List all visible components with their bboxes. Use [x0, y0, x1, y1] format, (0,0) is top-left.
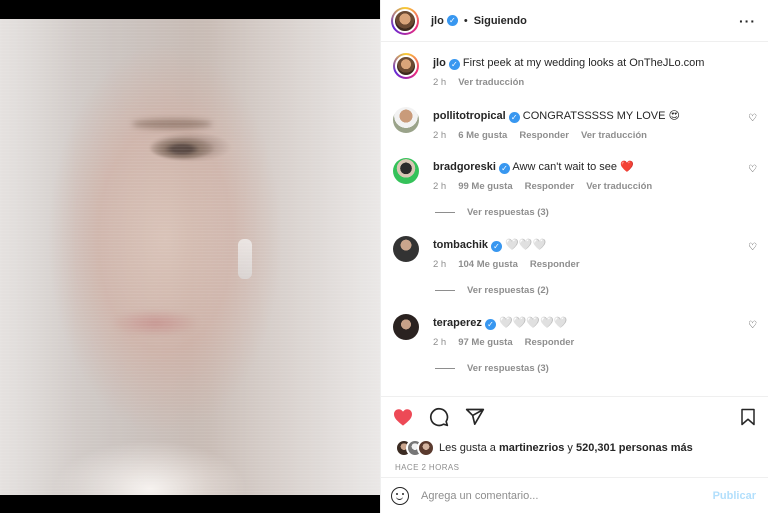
comment-time[interactable]: 2 h	[433, 336, 446, 350]
comment-meta: 2 h 97 Me gusta Responder	[433, 336, 760, 350]
verified-icon: ✓	[491, 241, 503, 252]
view-replies-button[interactable]: Ver respuestas (2)	[435, 285, 549, 296]
comment-meta: 2 h 99 Me gusta Responder Ver traducción	[433, 180, 760, 194]
translate-link[interactable]: Ver traducción	[586, 180, 652, 194]
verified-icon: ✓	[448, 59, 460, 70]
avatar-image	[393, 8, 417, 33]
post-side-panel: jlo ✓ • Siguiendo ··· jlo ✓ First peek at…	[380, 0, 768, 513]
more-icon[interactable]: ···	[739, 14, 756, 28]
replies-label: Ver respuestas (2)	[467, 285, 549, 296]
comment: teraperez ✓ 🤍🤍🤍🤍🤍 2 h 97 Me gusta Respond…	[391, 314, 760, 350]
commenter-avatar[interactable]	[393, 236, 419, 262]
comment-like-icon[interactable]: ♡	[748, 242, 758, 253]
post-image	[0, 19, 380, 495]
comment-meta: 2 h 104 Me gusta Responder	[433, 258, 760, 272]
author-username[interactable]: jlo	[431, 15, 444, 27]
comment-likes[interactable]: 6 Me gusta	[458, 129, 507, 143]
replies-label: Ver respuestas (3)	[467, 207, 549, 218]
comment-likes[interactable]: 99 Me gusta	[458, 180, 512, 194]
emoji-smile	[396, 496, 403, 500]
translate-link[interactable]: Ver traducción	[581, 129, 647, 143]
comments-list[interactable]: jlo ✓ First peek at my wedding looks at O…	[381, 43, 768, 395]
commenter-avatar[interactable]	[393, 107, 419, 133]
verified-icon: ✓	[484, 319, 496, 330]
comment-time[interactable]: 2 h	[433, 258, 446, 272]
replies-line	[435, 368, 455, 369]
replies-label: Ver respuestas (3)	[467, 363, 549, 374]
comment-time[interactable]: 2 h	[433, 180, 446, 194]
liker-avatar	[417, 439, 435, 457]
comment-username[interactable]: tombachik	[433, 239, 488, 251]
comment-text: 🤍🤍🤍🤍🤍	[498, 317, 568, 329]
caption: jlo ✓ First peek at my wedding looks at O…	[391, 53, 760, 90]
comment-text: 🤍🤍🤍	[505, 239, 547, 251]
reply-link[interactable]: Responder	[519, 129, 569, 143]
likes-count[interactable]: 520,301 personas más	[576, 442, 693, 454]
comment-icon[interactable]	[429, 407, 449, 427]
following-button[interactable]: Siguiendo	[474, 15, 527, 27]
comment-text: Aww can't wait to see ❤️	[512, 161, 634, 173]
comment-like-icon[interactable]: ♡	[748, 164, 758, 175]
share-icon[interactable]	[465, 407, 485, 427]
view-replies-button[interactable]: Ver respuestas (3)	[435, 363, 549, 374]
reply-link[interactable]: Responder	[525, 336, 575, 350]
comment-like-icon[interactable]: ♡	[748, 113, 758, 124]
image-detail	[0, 19, 380, 495]
replies-line	[435, 212, 455, 213]
comment-text: CONGRATSSSSS MY LOVE 😍	[522, 110, 680, 122]
comment-time[interactable]: 2 h	[433, 129, 446, 143]
post-header: jlo ✓ • Siguiendo ···	[381, 0, 768, 42]
comment-meta: 2 h 6 Me gusta Responder Ver traducción	[433, 129, 760, 143]
caption-meta: 2 h Ver traducción	[433, 76, 760, 90]
author-avatar[interactable]	[391, 6, 419, 35]
comment-body: tombachik ✓ 🤍🤍🤍 2 h 104 Me gusta Responde…	[433, 236, 760, 272]
instagram-post-modal: jlo ✓ • Siguiendo ··· jlo ✓ First peek at…	[0, 0, 768, 513]
comment-body: bradgoreski ✓ Aww can't wait to see ❤️ 2 …	[433, 158, 760, 194]
comment-body: teraperez ✓ 🤍🤍🤍🤍🤍 2 h 97 Me gusta Respond…	[433, 314, 760, 350]
comment-username[interactable]: pollitotropical	[433, 110, 506, 122]
caption-time[interactable]: 2 h	[433, 76, 446, 90]
verified-icon: ✓	[508, 112, 520, 123]
liker-username[interactable]: martinezrios	[499, 442, 564, 454]
caption-text: First peek at my wedding looks at OnTheJ…	[462, 57, 705, 69]
comment: tombachik ✓ 🤍🤍🤍 2 h 104 Me gusta Responde…	[391, 236, 760, 272]
reply-link[interactable]: Responder	[525, 180, 575, 194]
commenter-avatar[interactable]	[393, 314, 419, 340]
comment-composer: Agrega un comentario... Publicar	[381, 477, 768, 513]
emoji-icon[interactable]	[391, 486, 409, 505]
verified-icon: ✓	[498, 163, 510, 174]
author-avatar[interactable]	[393, 53, 419, 79]
verified-icon: ✓	[446, 15, 458, 26]
comment: bradgoreski ✓ Aww can't wait to see ❤️ 2 …	[391, 158, 760, 194]
comment-input[interactable]: Agrega un comentario...	[421, 490, 538, 502]
publish-button[interactable]: Publicar	[713, 490, 756, 502]
likes-summary: Les gusta a martinezrios y 520,301 perso…	[395, 438, 756, 458]
comment-likes[interactable]: 97 Me gusta	[458, 336, 512, 350]
likes-connector: y	[567, 442, 573, 454]
liker-avatars[interactable]	[395, 439, 435, 457]
avatar-image	[395, 55, 417, 77]
separator-dot: •	[463, 14, 468, 27]
post-photo[interactable]	[0, 0, 380, 513]
likes-prefix: Les gusta a	[439, 442, 496, 454]
comment-username[interactable]: teraperez	[433, 317, 482, 329]
action-bar	[381, 396, 768, 436]
heart-icon[interactable]	[393, 408, 413, 426]
comment-likes[interactable]: 104 Me gusta	[458, 258, 518, 272]
caption-body: jlo ✓ First peek at my wedding looks at O…	[433, 53, 760, 90]
comment: pollitotropical ✓ CONGRATSSSSS MY LOVE 😍 …	[391, 107, 760, 143]
reply-link[interactable]: Responder	[530, 258, 580, 272]
replies-line	[435, 290, 455, 291]
caption-username[interactable]: jlo	[433, 57, 446, 69]
comment-username[interactable]: bradgoreski	[433, 161, 496, 173]
comment-like-icon[interactable]: ♡	[748, 320, 758, 331]
post-timestamp[interactable]: HACE 2 HORAS	[395, 463, 459, 472]
bookmark-icon[interactable]	[740, 408, 756, 426]
comment-body: pollitotropical ✓ CONGRATSSSSS MY LOVE 😍 …	[433, 107, 760, 143]
view-replies-button[interactable]: Ver respuestas (3)	[435, 207, 549, 218]
commenter-avatar[interactable]	[393, 158, 419, 184]
translate-link[interactable]: Ver traducción	[458, 76, 524, 90]
